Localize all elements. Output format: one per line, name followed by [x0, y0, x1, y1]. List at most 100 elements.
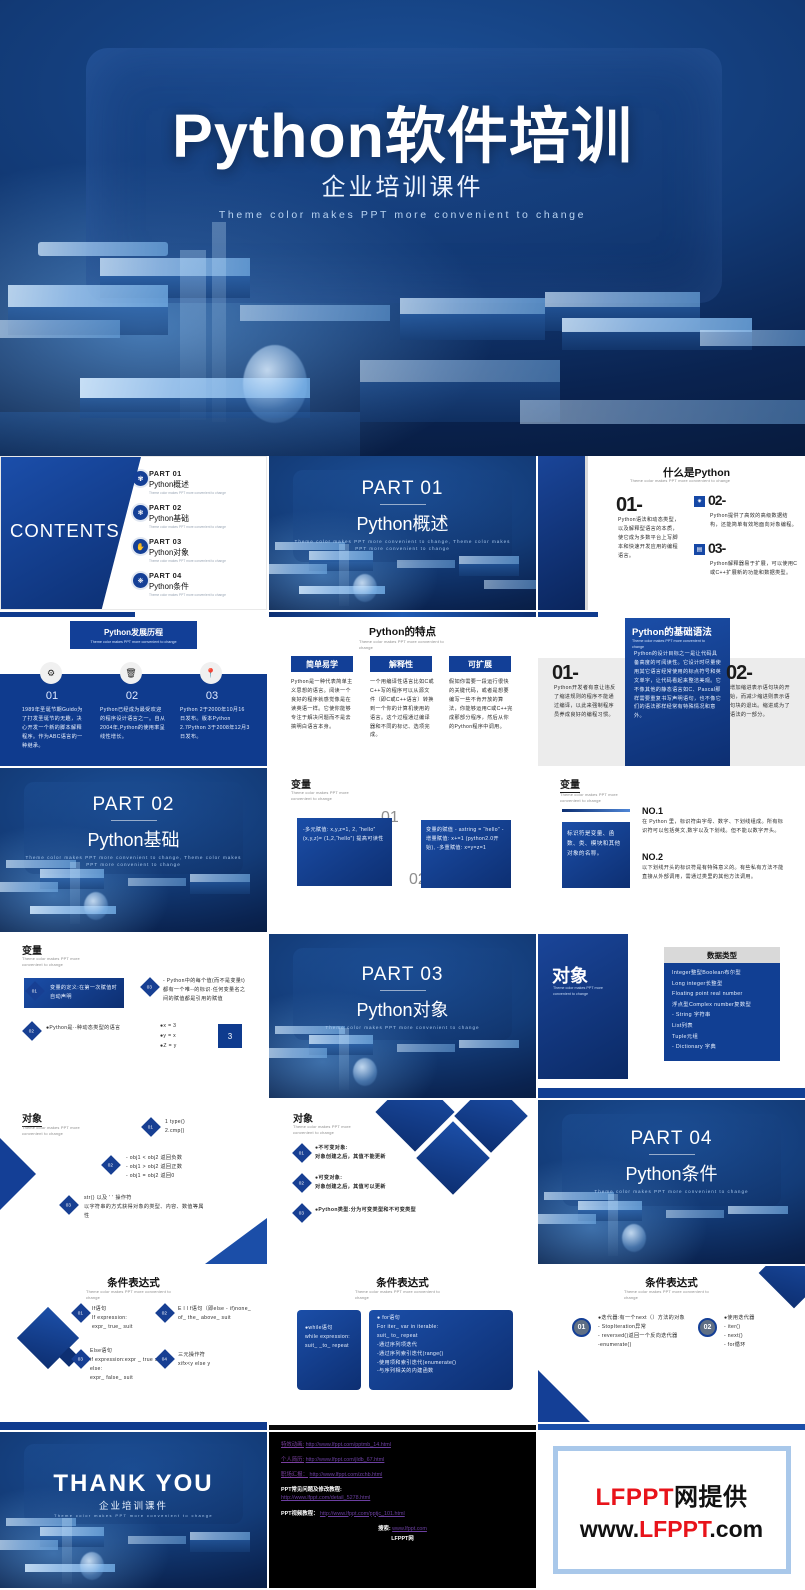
slide-object-1[interactable]: 对象 Theme color makes PPT more convenient… [0, 1100, 267, 1264]
cond3-text-02: ●使用迭代器 - iter() - next() - for循环 [724, 1315, 755, 1348]
deco-block [459, 1040, 519, 1048]
slide-lfppt-logo[interactable]: LFPPT网提供 www.LFPPT.com [538, 1432, 805, 1588]
history-num-01: 01 [45, 690, 59, 702]
link-url[interactable]: http://www.lfppt.com/jldb_67.html [306, 1457, 385, 1463]
syntax-text-01: Python开发者有意让违反了缩进规则的程序不能通过编译，以此来强制程序员养成良… [554, 685, 616, 718]
logo-frame: LFPPT网提供 www.LFPPT.com [552, 1446, 791, 1574]
slide-section-part02[interactable]: PART 02 Python基础 Theme color makes PPT m… [0, 768, 267, 932]
search-url[interactable]: www.lfppt.com [392, 1526, 427, 1532]
deco-block [128, 878, 186, 886]
deco-block [459, 556, 519, 564]
video-url[interactable]: http://www.lfppt.com/pptjc_101.html [320, 1511, 405, 1517]
link-url[interactable]: http://www.lfppt.com/zchb.html [309, 1472, 382, 1478]
hero-title: Python软件培训 [172, 102, 633, 170]
cond1-text-03: Else语句 if expression:expr _ true suit el… [90, 1348, 164, 1381]
slide-section-part03[interactable]: PART 03 Python对象 Theme color makes PPT m… [269, 934, 536, 1098]
slide-condition-2[interactable]: 条件表达式 Theme color makes PPT more conveni… [269, 1266, 536, 1430]
link-row[interactable]: 个人简历: http://www.lfppt.com/jldb_67.html [281, 1456, 524, 1464]
deco-sphere [622, 1224, 646, 1252]
deco-glow [70, 862, 80, 924]
video-row[interactable]: PPT视频教程： http://www.lfppt.com/pptjc_101.… [281, 1510, 524, 1518]
link-row[interactable]: 特效动画: http://www.lfppt.com/pptmb_14.html [281, 1441, 524, 1449]
bullet-diamond-02: 02 [101, 1155, 121, 1175]
toc-item-4[interactable]: ❋ PART 04 Python条件 Theme color makes PPT… [133, 571, 226, 598]
bullet-circle-02: 02 [698, 1318, 717, 1337]
bullet-num: 01 [32, 988, 38, 994]
ppt-preview-sheet: Python软件培训 企业培训课件 Theme color makes PPT … [0, 0, 805, 1588]
top-bar [538, 612, 598, 617]
toc-part-label: PART 01 [149, 469, 182, 478]
slide-object-intro[interactable]: 对象 Theme color makes PPT more convenient… [538, 934, 805, 1098]
thank-you-title: THANK YOU [53, 1470, 214, 1497]
toc-item-3[interactable]: ✋ PART 03 Python对象 Theme color makes PPT… [133, 537, 226, 564]
slide-subtitle: Theme color makes PPT more convenient to… [293, 1124, 351, 1136]
deco-sphere [243, 345, 307, 423]
link-row[interactable]: 职场汇报： http://www.lfppt.com/zchb.html [281, 1471, 524, 1479]
section-name-label: Python概述 [356, 514, 449, 534]
deco-glow [608, 1194, 618, 1256]
item-text-02: Python提供了高效的高级数据结构，还能简单有效地面向对象编程。 [710, 513, 798, 528]
datatype-rows: Integer整型Boolean布尔型 Long integer长整型 Floa… [672, 968, 776, 1053]
variables-head-1: NO.1 [642, 806, 664, 816]
logo-wrap: LFPPT网提供 www.LFPPT.com [538, 1432, 805, 1588]
slide-variables-1[interactable]: 变量 Theme color makes PPT more convenient… [269, 768, 536, 932]
slide-subtitle: Theme color makes PPT more convenient to… [630, 478, 731, 483]
bullet-circle-01: 01 [572, 1318, 591, 1337]
slide-what-is-python[interactable]: 什么是Python Theme color makes PPT more con… [538, 456, 805, 610]
syntax-num-01: 01- [552, 662, 579, 684]
syntax-center-text: Python的设计目标之一是让代码具备高度的可阅读性。它设计时尽量使用其它语言经… [634, 651, 722, 720]
slide-variables-3[interactable]: 变量 Theme color makes PPT more convenient… [0, 934, 267, 1098]
cond1-text-04: 三元操作符 xifx<y else y [178, 1352, 211, 1367]
slide-condition-3[interactable]: 条件表达式 Theme color makes PPT more conveni… [538, 1266, 805, 1430]
deco-block [400, 298, 545, 314]
slide-section-part01[interactable]: PART 01 Python概述 Theme color makes PPT m… [269, 456, 536, 610]
slide-python-syntax[interactable]: Python的基础语法 Theme color makes PPT more c… [538, 612, 805, 766]
slide-subtitle: Theme color makes PPT more convenient to… [624, 1289, 709, 1301]
faq-row[interactable]: PPT常见问题及修改教程: http://www.lfppt.com/detai… [281, 1486, 524, 1502]
trash-icon: 🗑 [120, 662, 142, 684]
slide-object-2[interactable]: 对象 Theme color makes PPT more convenient… [269, 1100, 536, 1264]
logo-url-brand: LFPPT [639, 1516, 710, 1542]
feature-head-3: 可扩展 [449, 656, 511, 672]
deco-triangle-bl [538, 1370, 590, 1422]
link-url[interactable]: http://www.lfppt.com/pptmb_14.html [306, 1442, 391, 1448]
slide-subtitle: Theme color makes PPT more convenient to… [22, 956, 80, 968]
slide-section-part04[interactable]: PART 04 Python条件 Theme color makes PPT m… [538, 1100, 805, 1264]
search-row[interactable]: 搜索: www.lfppt.com LFPPT网 [281, 1525, 524, 1543]
link-label: 特效动画: [281, 1442, 305, 1448]
history-num-02: 02 [125, 690, 139, 702]
slide-python-features[interactable]: Python的特点 Theme color makes PPT more con… [269, 612, 536, 766]
slide-title: 变量 [22, 946, 42, 957]
deco-block [8, 285, 168, 307]
slide-python-history[interactable]: Python发展历程 Theme color makes PPT more co… [0, 612, 267, 766]
toc-part-label: PART 04 [149, 571, 182, 580]
variables3-result-box: 3 [218, 1024, 242, 1048]
item-number-03: 03- [708, 540, 726, 556]
slide-subtitle: Theme color makes PPT more convenient to… [291, 790, 349, 802]
links-panel: 特效动画: http://www.lfppt.com/pptmb_14.html… [269, 1432, 536, 1588]
bullet-diamond-01: 01 [71, 1303, 91, 1323]
slide-contents[interactable]: CONTENTS ✾ PART 01 Python概述 Theme color … [0, 456, 267, 610]
object2-text-02: ●可变对象: 对象创建之后，其值可以更新 [315, 1175, 386, 1190]
bullet-num: 03 [299, 1210, 305, 1216]
slide-title: Python的特点 [368, 626, 437, 638]
history-num-03: 03 [205, 690, 219, 702]
bullet-diamond-02: 02 [292, 1173, 312, 1193]
slide-links[interactable]: 特效动画: http://www.lfppt.com/pptmb_14.html… [269, 1432, 536, 1588]
faq-url[interactable]: http://www.lfppt.com/detail_5278.html [281, 1494, 524, 1502]
slide-subtitle: Theme color makes PPT more convenient to… [86, 1289, 171, 1301]
toc-item-1[interactable]: ✾ PART 01 Python概述 Theme color makes PPT… [133, 469, 226, 496]
history-text-01: 1989年圣诞节期Guido为了打发圣诞节的无趣，决心开发一个新的脚本解释程序。… [22, 707, 83, 749]
datatype-row: Floating point real number [672, 991, 743, 998]
slide-thank-you[interactable]: THANK YOU 企业培训课件 Theme color makes PPT m… [0, 1432, 267, 1588]
deco-block [190, 874, 250, 882]
hand-icon: ✋ [133, 539, 148, 554]
slide-variables-2[interactable]: 变量 Theme color makes PPT more convenient… [538, 768, 805, 932]
slide-row-5: 对象 Theme color makes PPT more convenient… [0, 1100, 805, 1264]
variables3-eq-2: ●y = x [160, 1033, 177, 1039]
cond2-box-right-text: ● for语句 For iter_ var in iterable: suit_… [377, 1315, 457, 1375]
deco-glow [212, 222, 226, 422]
slide-condition-1[interactable]: 条件表达式 Theme color makes PPT more conveni… [0, 1266, 267, 1430]
deco-glow [180, 250, 206, 420]
toc-item-2[interactable]: ❃ PART 02 Python基础 Theme color makes PPT… [133, 503, 226, 530]
